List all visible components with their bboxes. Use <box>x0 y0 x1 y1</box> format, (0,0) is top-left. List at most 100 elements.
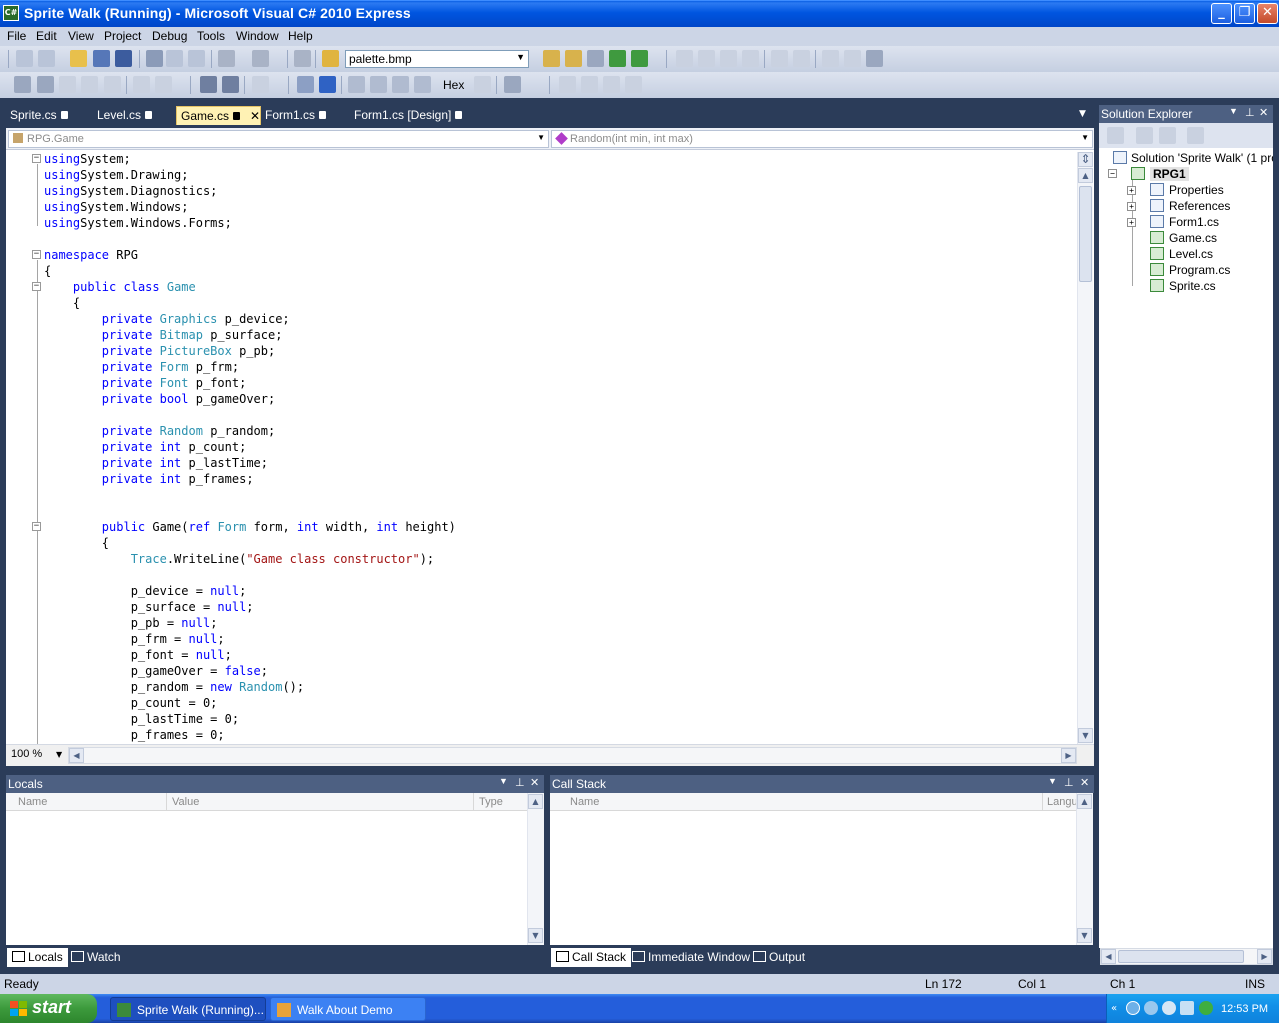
minimize-button[interactable]: _ <box>1211 3 1232 24</box>
column-value[interactable]: Value <box>172 796 199 808</box>
column-type[interactable]: Type <box>479 796 503 808</box>
refresh-icon[interactable] <box>1159 127 1176 144</box>
copy-icon[interactable] <box>166 50 183 67</box>
locals-grid[interactable] <box>6 811 527 945</box>
add-item-icon[interactable] <box>38 50 55 67</box>
indent-icon[interactable] <box>822 50 839 67</box>
menu-debug[interactable]: Debug <box>152 29 187 43</box>
chevron-down-icon[interactable]: ▼ <box>1229 106 1238 116</box>
properties-icon[interactable] <box>1136 127 1153 144</box>
save-icon[interactable] <box>93 50 110 67</box>
redo-icon[interactable] <box>252 50 269 67</box>
object-browser-icon[interactable] <box>609 50 626 67</box>
menu-help[interactable]: Help <box>288 29 313 43</box>
font-icon[interactable] <box>81 76 98 93</box>
tab-game-cs[interactable]: Game.cs ✕ <box>176 106 261 125</box>
menu-view[interactable]: View <box>68 29 94 43</box>
close-tab-icon[interactable]: ✕ <box>250 109 260 123</box>
execute-icon[interactable] <box>771 50 788 67</box>
scroll-thumb[interactable] <box>1079 186 1092 282</box>
select-icon[interactable] <box>14 76 31 93</box>
horizontal-scrollbar[interactable]: ◀ ▶ <box>68 747 1077 764</box>
type-combo[interactable]: RPG.Game ▼ <box>8 130 549 148</box>
tab-level-cs[interactable]: Level.cs <box>93 106 156 125</box>
verify-sql-icon[interactable] <box>793 50 810 67</box>
tree-item-form1[interactable]: Form1.cs <box>1169 215 1219 229</box>
tree-solution[interactable]: Solution 'Sprite Walk' (1 project) <box>1131 151 1273 165</box>
close-icon[interactable]: ✕ <box>1080 776 1089 789</box>
collapse-icon[interactable]: − <box>32 282 41 291</box>
properties-icon[interactable] <box>587 50 604 67</box>
collapse-icon[interactable]: − <box>32 154 41 163</box>
show-all-files-icon[interactable] <box>1107 127 1124 144</box>
hex-display-button[interactable]: Hex <box>443 78 464 92</box>
delete-icon[interactable] <box>252 76 269 93</box>
column-name[interactable]: Name <box>570 796 599 808</box>
layout-icon[interactable] <box>676 50 693 67</box>
table-icon[interactable] <box>698 50 715 67</box>
column-divider[interactable] <box>1042 793 1043 811</box>
column-language[interactable]: Langu <box>1047 796 1078 808</box>
scroll-down-icon[interactable]: ▼ <box>528 928 543 943</box>
align-right-icon[interactable] <box>603 76 620 93</box>
menu-edit[interactable]: Edit <box>36 29 57 43</box>
tree-item-game[interactable]: Game.cs <box>1169 231 1217 245</box>
arrow-tool-icon[interactable] <box>59 76 76 93</box>
network-icon[interactable] <box>1126 1001 1140 1015</box>
solution-hscrollbar[interactable]: ◀ ▶ <box>1100 948 1273 965</box>
close-icon[interactable]: ✕ <box>1259 106 1268 119</box>
display-icon[interactable] <box>1144 1001 1158 1015</box>
pin-icon[interactable]: ⊥ <box>1245 106 1255 119</box>
tab-watch[interactable]: Watch <box>66 948 126 967</box>
cut-icon[interactable] <box>146 50 163 67</box>
menu-tools[interactable]: Tools <box>197 29 225 43</box>
tab-overflow-icon[interactable]: ▼ <box>1079 109 1086 119</box>
window-icon[interactable] <box>844 50 861 67</box>
align-left-icon[interactable] <box>559 76 576 93</box>
expand-icon[interactable]: + <box>1127 202 1136 211</box>
collapse-icon[interactable]: − <box>32 522 41 531</box>
tray-expand-icon[interactable]: « <box>1111 1003 1117 1014</box>
tab-sprite-cs[interactable]: Sprite.cs <box>6 106 72 125</box>
save-all-icon[interactable] <box>115 50 132 67</box>
scroll-down-icon[interactable]: ▼ <box>1078 728 1093 743</box>
stop-debugging-icon[interactable] <box>319 76 336 93</box>
tree-item-properties[interactable]: Properties <box>1169 183 1224 197</box>
taskbar-item-walk-about[interactable]: Walk About Demo <box>270 997 426 1021</box>
split-icon[interactable]: ⇕ <box>1078 152 1093 167</box>
zoom-level[interactable]: 100 % <box>11 748 42 760</box>
comment-icon[interactable] <box>133 76 150 93</box>
scroll-up-icon[interactable]: ▲ <box>1077 794 1092 809</box>
scroll-right-icon[interactable]: ▶ <box>1061 748 1076 763</box>
tab-form1-design[interactable]: Form1.cs [Design] <box>350 106 466 125</box>
taskbar-item-sprite-walk[interactable]: Sprite Walk (Running)... <box>110 997 266 1021</box>
menu-project[interactable]: Project <box>104 29 141 43</box>
start-debugging-icon[interactable] <box>294 50 311 67</box>
find-icon[interactable] <box>543 50 560 67</box>
column-divider[interactable] <box>166 793 167 811</box>
pin-icon[interactable]: ⊥ <box>515 776 525 789</box>
step-out-icon[interactable] <box>414 76 431 93</box>
step-into-icon[interactable] <box>370 76 387 93</box>
quick-watch-icon[interactable] <box>474 76 491 93</box>
tab-locals[interactable]: Locals <box>7 948 68 967</box>
step-over-icon[interactable] <box>392 76 409 93</box>
expand-icon[interactable]: + <box>1127 218 1136 227</box>
tree-item-program[interactable]: Program.cs <box>1169 263 1230 277</box>
undo-icon[interactable] <box>218 50 235 67</box>
size-icon[interactable] <box>625 76 642 93</box>
tree-project[interactable]: RPG1 <box>1150 167 1189 181</box>
output-window-icon[interactable] <box>504 76 521 93</box>
restore-button[interactable]: ❐ <box>1234 3 1255 24</box>
clock[interactable]: 12:53 PM <box>1221 1003 1268 1015</box>
close-icon[interactable]: ✕ <box>530 776 539 789</box>
uncomment-icon[interactable] <box>155 76 172 93</box>
zoom-chevron-icon[interactable]: ▼ <box>56 750 62 759</box>
menu-file[interactable]: File <box>7 29 26 43</box>
security-icon[interactable] <box>1180 1001 1194 1015</box>
scroll-thumb[interactable] <box>1118 950 1244 963</box>
chevron-down-icon[interactable]: ▼ <box>1048 776 1057 786</box>
view-code-icon[interactable] <box>1187 127 1204 144</box>
pointer-icon[interactable] <box>37 76 54 93</box>
chevron-down-icon[interactable]: ▼ <box>499 776 508 786</box>
